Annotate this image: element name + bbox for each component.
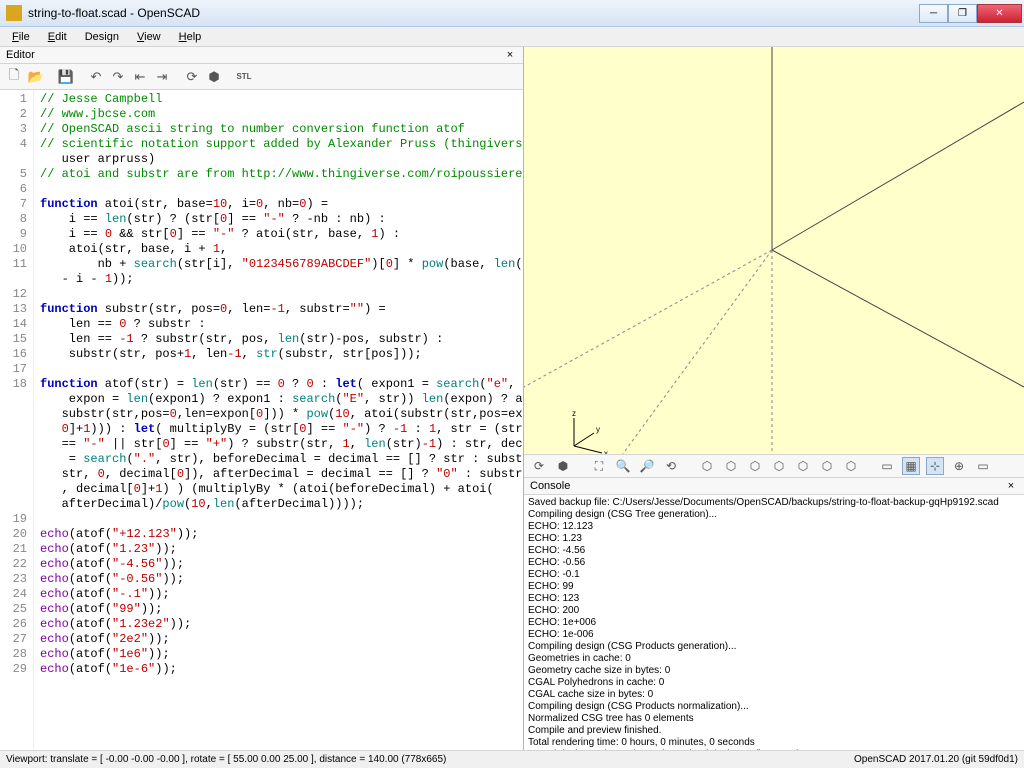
vt-scale-icon[interactable]: ▭ [974, 457, 992, 475]
console-close-icon[interactable]: × [1004, 480, 1018, 492]
svg-text:x: x [604, 449, 608, 454]
app-icon [6, 5, 22, 21]
vt-back-icon[interactable]: ⬡ [818, 457, 836, 475]
editor-close-icon[interactable]: × [503, 49, 517, 61]
maximize-button[interactable]: ❐ [948, 4, 977, 23]
menu-view[interactable]: View [129, 29, 169, 45]
undo-icon[interactable]: ↶ [86, 67, 106, 87]
menu-file[interactable]: File [4, 29, 38, 45]
new-icon[interactable]: 🗋 [4, 67, 24, 87]
view-toolbar: ⟳ ⬢ ⛶ 🔍 🔎 ⟲ ⬡ ⬡ ⬡ ⬡ ⬡ ⬡ ⬡ ▭ ▦ ⊹ ⊕ ▭ [524, 454, 1024, 478]
menu-help[interactable]: Help [171, 29, 210, 45]
editor-toolbar: 🗋 📂 💾 ↶ ↷ ⇤ ⇥ ⟳ ⬢ STL [0, 64, 523, 90]
export-stl-icon[interactable]: STL [234, 67, 254, 87]
statusbar: Viewport: translate = [ -0.00 -0.00 -0.0… [0, 750, 1024, 768]
console-output[interactable]: Saved backup file: C:/Users/Jesse/Docume… [524, 495, 1024, 750]
vt-reset-icon[interactable]: ⟲ [662, 457, 680, 475]
save-icon[interactable]: 💾 [56, 67, 76, 87]
vt-persp-icon[interactable]: ▭ [878, 457, 896, 475]
vt-preview-icon[interactable]: ⟳ [530, 457, 548, 475]
unindent-icon[interactable]: ⇤ [130, 67, 150, 87]
titlebar: string-to-float.scad - OpenSCAD ─ ❐ ✕ [0, 0, 1024, 27]
menu-edit[interactable]: Edit [40, 29, 75, 45]
indent-icon[interactable]: ⇥ [152, 67, 172, 87]
window-title: string-to-float.scad - OpenSCAD [28, 6, 919, 20]
redo-icon[interactable]: ↷ [108, 67, 128, 87]
status-left: Viewport: translate = [ -0.00 -0.00 -0.0… [6, 754, 446, 765]
close-button[interactable]: ✕ [977, 4, 1022, 23]
line-gutter: 1234567891011121314151617181920212223242… [0, 90, 34, 750]
status-right: OpenSCAD 2017.01.20 (git 59df0d1) [854, 754, 1018, 765]
minimize-button[interactable]: ─ [919, 4, 948, 23]
vt-render-icon[interactable]: ⬢ [554, 457, 572, 475]
editor-pane: Editor × 🗋 📂 💾 ↶ ↷ ⇤ ⇥ ⟳ ⬢ STL 123456789… [0, 47, 524, 750]
grid-lines-icon [524, 47, 1024, 454]
svg-text:z: z [572, 409, 576, 418]
viewport-3d[interactable]: z x y [524, 47, 1024, 454]
editor-header: Editor × [0, 47, 523, 64]
window-buttons: ─ ❐ ✕ [919, 4, 1022, 23]
vt-left-icon[interactable]: ⬡ [770, 457, 788, 475]
editor-header-label: Editor [6, 49, 35, 61]
svg-text:y: y [596, 425, 600, 434]
vt-top-icon[interactable]: ⬡ [722, 457, 740, 475]
preview-icon[interactable]: ⟳ [182, 67, 202, 87]
console-pane: Console × Saved backup file: C:/Users/Je… [524, 478, 1024, 750]
main-area: Editor × 🗋 📂 💾 ↶ ↷ ⇤ ⇥ ⟳ ⬢ STL 123456789… [0, 47, 1024, 750]
vt-diag-icon[interactable]: ⬡ [842, 457, 860, 475]
vt-viewall-icon[interactable]: ⛶ [590, 457, 608, 475]
render-icon[interactable]: ⬢ [204, 67, 224, 87]
code-area[interactable]: // Jesse Campbell// www.jbcse.com// Open… [34, 90, 523, 750]
menu-design[interactable]: Design [77, 29, 127, 45]
right-pane: z x y ⟳ ⬢ ⛶ 🔍 🔎 ⟲ ⬡ ⬡ ⬡ ⬡ ⬡ ⬡ ⬡ ▭ ▦ [524, 47, 1024, 750]
vt-front-icon[interactable]: ⬡ [794, 457, 812, 475]
vt-zoomin-icon[interactable]: 🔍 [614, 457, 632, 475]
menubar: File Edit Design View Help [0, 27, 1024, 47]
console-header: Console × [524, 478, 1024, 495]
console-header-label: Console [530, 480, 570, 492]
vt-zoomout-icon[interactable]: 🔎 [638, 457, 656, 475]
code-editor[interactable]: 1234567891011121314151617181920212223242… [0, 90, 523, 750]
open-icon[interactable]: 📂 [26, 67, 46, 87]
vt-cross-icon[interactable]: ⊕ [950, 457, 968, 475]
vt-right-icon[interactable]: ⬡ [698, 457, 716, 475]
vt-bottom-icon[interactable]: ⬡ [746, 457, 764, 475]
vt-axes-icon[interactable]: ⊹ [926, 457, 944, 475]
vt-ortho-icon[interactable]: ▦ [902, 457, 920, 475]
